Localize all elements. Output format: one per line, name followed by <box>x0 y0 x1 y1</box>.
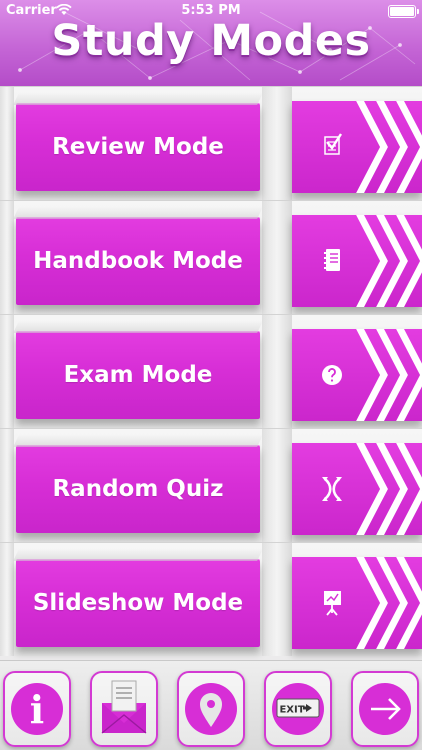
random-quiz-button[interactable]: Random Quiz <box>16 445 260 533</box>
review-mode-label: Review Mode <box>52 134 224 160</box>
bottom-toolbar: i EXIT <box>0 660 422 750</box>
page-title: Study Modes <box>51 16 371 66</box>
mail-icon <box>101 680 147 734</box>
checklist-icon <box>324 133 343 155</box>
list-item-random-quiz: Random Quiz <box>0 428 422 542</box>
slideshow-mode-arrow-button[interactable] <box>292 557 422 649</box>
header: Carrier 5:53 PM Study Modes <box>0 0 422 86</box>
exam-mode-button[interactable]: Exam Mode <box>16 331 260 419</box>
list-item-exam: Exam Mode <box>0 314 422 428</box>
exam-mode-arrow-button[interactable] <box>292 329 422 421</box>
list-item-handbook: Handbook Mode <box>0 200 422 314</box>
handbook-mode-button[interactable]: Handbook Mode <box>16 217 260 305</box>
info-button[interactable]: i <box>3 671 71 747</box>
mail-button[interactable] <box>90 671 158 747</box>
review-mode-button[interactable]: Review Mode <box>16 103 260 191</box>
info-icon: i <box>11 683 63 735</box>
notebook-icon <box>324 249 340 271</box>
exit-button[interactable]: EXIT <box>264 671 332 747</box>
random-quiz-arrow-button[interactable] <box>292 443 422 535</box>
question-icon <box>322 365 342 385</box>
handbook-mode-arrow-button[interactable] <box>292 215 422 307</box>
shuffle-icon <box>322 477 342 501</box>
list-item-review: Review Mode <box>0 86 422 200</box>
random-quiz-label: Random Quiz <box>52 476 224 502</box>
next-button[interactable] <box>351 671 419 747</box>
presentation-icon <box>324 591 341 616</box>
exit-sign-icon: EXIT <box>272 683 324 735</box>
location-button[interactable] <box>177 671 245 747</box>
svg-text:EXIT: EXIT <box>279 705 304 716</box>
arrow-right-icon <box>359 683 411 735</box>
svg-text:i: i <box>30 687 44 732</box>
location-pin-icon <box>185 683 237 735</box>
slideshow-mode-label: Slideshow Mode <box>32 590 244 616</box>
handbook-mode-label: Handbook Mode <box>33 248 243 274</box>
review-mode-arrow-button[interactable] <box>292 101 422 193</box>
slideshow-mode-button[interactable]: Slideshow Mode <box>16 559 260 647</box>
list-item-slideshow: Slideshow Mode <box>0 542 422 656</box>
exam-mode-label: Exam Mode <box>63 362 213 388</box>
